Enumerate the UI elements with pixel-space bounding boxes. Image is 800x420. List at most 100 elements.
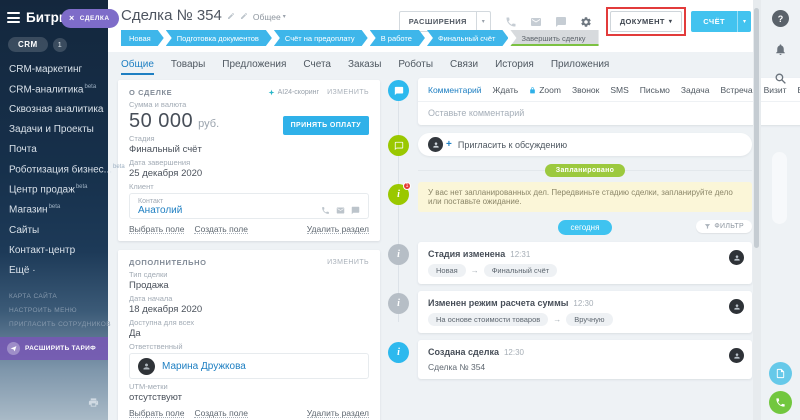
title-row: Сделка № 354 Общее ▾ — [121, 7, 286, 25]
timeline-entry-sum-mode-changed: i Изменен режим расчета суммы 12:30 На о… — [388, 291, 752, 333]
tab-robots[interactable]: Роботы — [398, 59, 433, 75]
tab-history[interactable]: История — [495, 59, 534, 75]
accept-payment-button[interactable]: ПРИНЯТЬ ОПЛАТУ — [283, 116, 369, 135]
responsible-name-link[interactable]: Марина Дружкова — [162, 361, 246, 372]
invoice-dropdown-button[interactable]: ▾ — [737, 11, 751, 32]
delete-section-link[interactable]: Удалить раздел — [307, 408, 369, 418]
tab-comment[interactable]: Комментарий — [428, 85, 482, 95]
tab-wait[interactable]: Ждать — [493, 85, 519, 95]
sidebar-item-sites[interactable]: Сайты — [0, 220, 108, 240]
tab-sms[interactable]: SMS — [610, 85, 628, 95]
chevron-down-icon: ▾ — [743, 19, 746, 25]
section-title: ДОПОЛНИТЕЛЬНО — [129, 258, 207, 267]
edit-section-link[interactable]: ИЗМЕНИТЬ — [327, 259, 369, 266]
tab-apps[interactable]: Приложения — [551, 59, 610, 75]
configure-menu-link[interactable]: НАСТРОИТЬ МЕНЮ — [0, 303, 108, 317]
email-icon-button[interactable] — [524, 16, 549, 28]
extensions-dropdown-button[interactable]: ▾ — [477, 11, 491, 32]
stage-docs[interactable]: Подготовка документов — [166, 30, 272, 46]
feedback-widget-button[interactable] — [769, 362, 792, 385]
timeline-card[interactable]: Стадия изменена 12:31 Новая → Финальный … — [418, 242, 752, 284]
sidebar-item-crm-analytics[interactable]: CRM-аналитикаbeta — [0, 79, 108, 99]
close-date-label: Дата завершения — [129, 159, 369, 167]
sitemap-link[interactable]: КАРТА САЙТА — [0, 289, 108, 303]
upgrade-plan-button[interactable]: РАСШИРИТЬ ТАРИФ — [0, 337, 108, 360]
edit-section-link[interactable]: ИЗМЕНИТЬ — [327, 89, 369, 96]
sidebar-footer-links: КАРТА САЙТА НАСТРОИТЬ МЕНЮ ПРИГЛАСИТЬ СО… — [0, 289, 108, 331]
delete-section-link[interactable]: Удалить раздел — [307, 224, 369, 234]
stage-close-deal[interactable]: Завершить сделку — [510, 30, 598, 46]
invoice-button[interactable]: СЧЁТ — [691, 11, 737, 32]
copy-link-icon[interactable] — [240, 7, 248, 25]
tab-invoices[interactable]: Счета — [303, 59, 331, 75]
stage-in-progress[interactable]: В работе — [370, 30, 425, 46]
extensions-button[interactable]: РАСШИРЕНИЯ — [399, 11, 477, 32]
tab-links[interactable]: Связи — [450, 59, 478, 75]
timeline-card[interactable]: Создана сделка 12:30 Сделка № 354 — [418, 340, 752, 379]
sidebar-item-tasks[interactable]: Задачи и Проекты — [0, 119, 108, 139]
info-icon: i — [388, 244, 409, 265]
timeline-entry-deal-created: i Создана сделка 12:30 Сделка № 354 — [388, 340, 752, 379]
today-badge[interactable]: сегодня — [558, 220, 613, 235]
sidebar-item-rpa[interactable]: Роботизация бизнес...beta — [0, 159, 108, 179]
invite-row: + Пригласить к обсуждению — [388, 133, 752, 156]
arrow-right-icon: → — [471, 266, 479, 275]
settings-gear-icon[interactable] — [574, 16, 599, 28]
timeline-entry-stage-changed: i Стадия изменена 12:31 Новая → Финальны… — [388, 242, 752, 284]
create-field-link[interactable]: Создать поле — [194, 408, 248, 418]
no-activities-notice-row: i 1 У вас нет запланированных дел. Перед… — [388, 182, 752, 212]
phone-icon[interactable] — [321, 206, 330, 215]
invite-employees-link[interactable]: ПРИГЛАСИТЬ СОТРУДНИКОВ — [0, 317, 108, 331]
menu-burger-icon[interactable] — [7, 12, 20, 23]
create-field-link[interactable]: Создать поле — [194, 224, 248, 234]
sidebar-item-e2e-analytics[interactable]: Сквозная аналитика — [0, 99, 108, 119]
deal-tab[interactable]: × СДЕЛКА — [61, 9, 119, 28]
tab-general[interactable]: Общие — [121, 59, 154, 75]
search-icon[interactable] — [774, 72, 787, 85]
tab-meeting[interactable]: Встреча — [720, 85, 752, 95]
sidebar-item-more[interactable]: Ещё · — [0, 260, 108, 280]
chevron-down-icon: ▾ — [283, 14, 286, 20]
ai-scoring-button[interactable]: AI24-скоринг — [268, 89, 320, 96]
help-button[interactable]: ? — [772, 10, 789, 27]
sidebar-item-mail[interactable]: Почта — [0, 139, 108, 159]
scrollbar-thumb[interactable] — [754, 8, 759, 248]
close-icon[interactable]: × — [69, 14, 75, 23]
tab-call[interactable]: Звонок — [572, 85, 599, 95]
edit-title-icon[interactable] — [227, 7, 235, 25]
telephony-widget-button[interactable] — [769, 391, 792, 414]
email-icon[interactable] — [336, 206, 345, 215]
filter-button[interactable]: ФИЛЬТР — [696, 220, 752, 233]
sidebar-item-shop[interactable]: Магазинbeta — [0, 200, 108, 220]
sidebar-item-crm-marketing[interactable]: CRM-маркетинг — [0, 59, 108, 79]
print-icon[interactable] — [88, 395, 99, 413]
stage-final-invoice[interactable]: Финальный счёт — [427, 30, 508, 46]
tab-task[interactable]: Задача — [681, 85, 710, 95]
deal-type-label: Тип сделки — [129, 271, 369, 279]
collapsed-panel-handle[interactable] — [772, 152, 787, 224]
chat-icon[interactable] — [351, 206, 360, 215]
select-field-link[interactable]: Выбрать поле — [129, 408, 184, 418]
chat-icon-button[interactable] — [549, 16, 574, 28]
contact-name-link[interactable]: Анатолий — [138, 205, 182, 216]
no-activities-notice: У вас нет запланированных дел. Передвинь… — [418, 182, 752, 212]
select-field-link[interactable]: Выбрать поле — [129, 224, 184, 234]
tab-letter[interactable]: Письмо — [640, 85, 670, 95]
sidebar-item-contact-center[interactable]: Контакт-центр — [0, 240, 108, 260]
activity-tabs: Комментарий Ждать Zoom Звонок SMS Письмо… — [418, 78, 800, 102]
invite-to-discussion-button[interactable]: + Пригласить к обсуждению — [418, 133, 752, 156]
tab-quotes[interactable]: Предложения — [222, 59, 286, 75]
view-selector[interactable]: Общее ▾ — [253, 12, 286, 22]
call-icon-button[interactable] — [499, 16, 524, 28]
notifications-bell-icon[interactable] — [774, 43, 787, 56]
sidebar-item-sales-center[interactable]: Центр продажbeta — [0, 180, 108, 200]
timeline-card[interactable]: Изменен режим расчета суммы 12:30 На осн… — [418, 291, 752, 333]
tab-orders[interactable]: Заказы — [348, 59, 381, 75]
comment-input[interactable] — [418, 102, 800, 125]
sidebar-item-crm[interactable]: CRM — [8, 37, 48, 52]
tab-products[interactable]: Товары — [171, 59, 205, 75]
document-button[interactable]: ДОКУМЕНТ ▾ — [610, 11, 682, 32]
tab-zoom[interactable]: Zoom — [529, 85, 561, 95]
stage-new[interactable]: Новая — [121, 30, 164, 46]
stage-prepay-invoice[interactable]: Счёт на предоплату — [274, 30, 368, 46]
